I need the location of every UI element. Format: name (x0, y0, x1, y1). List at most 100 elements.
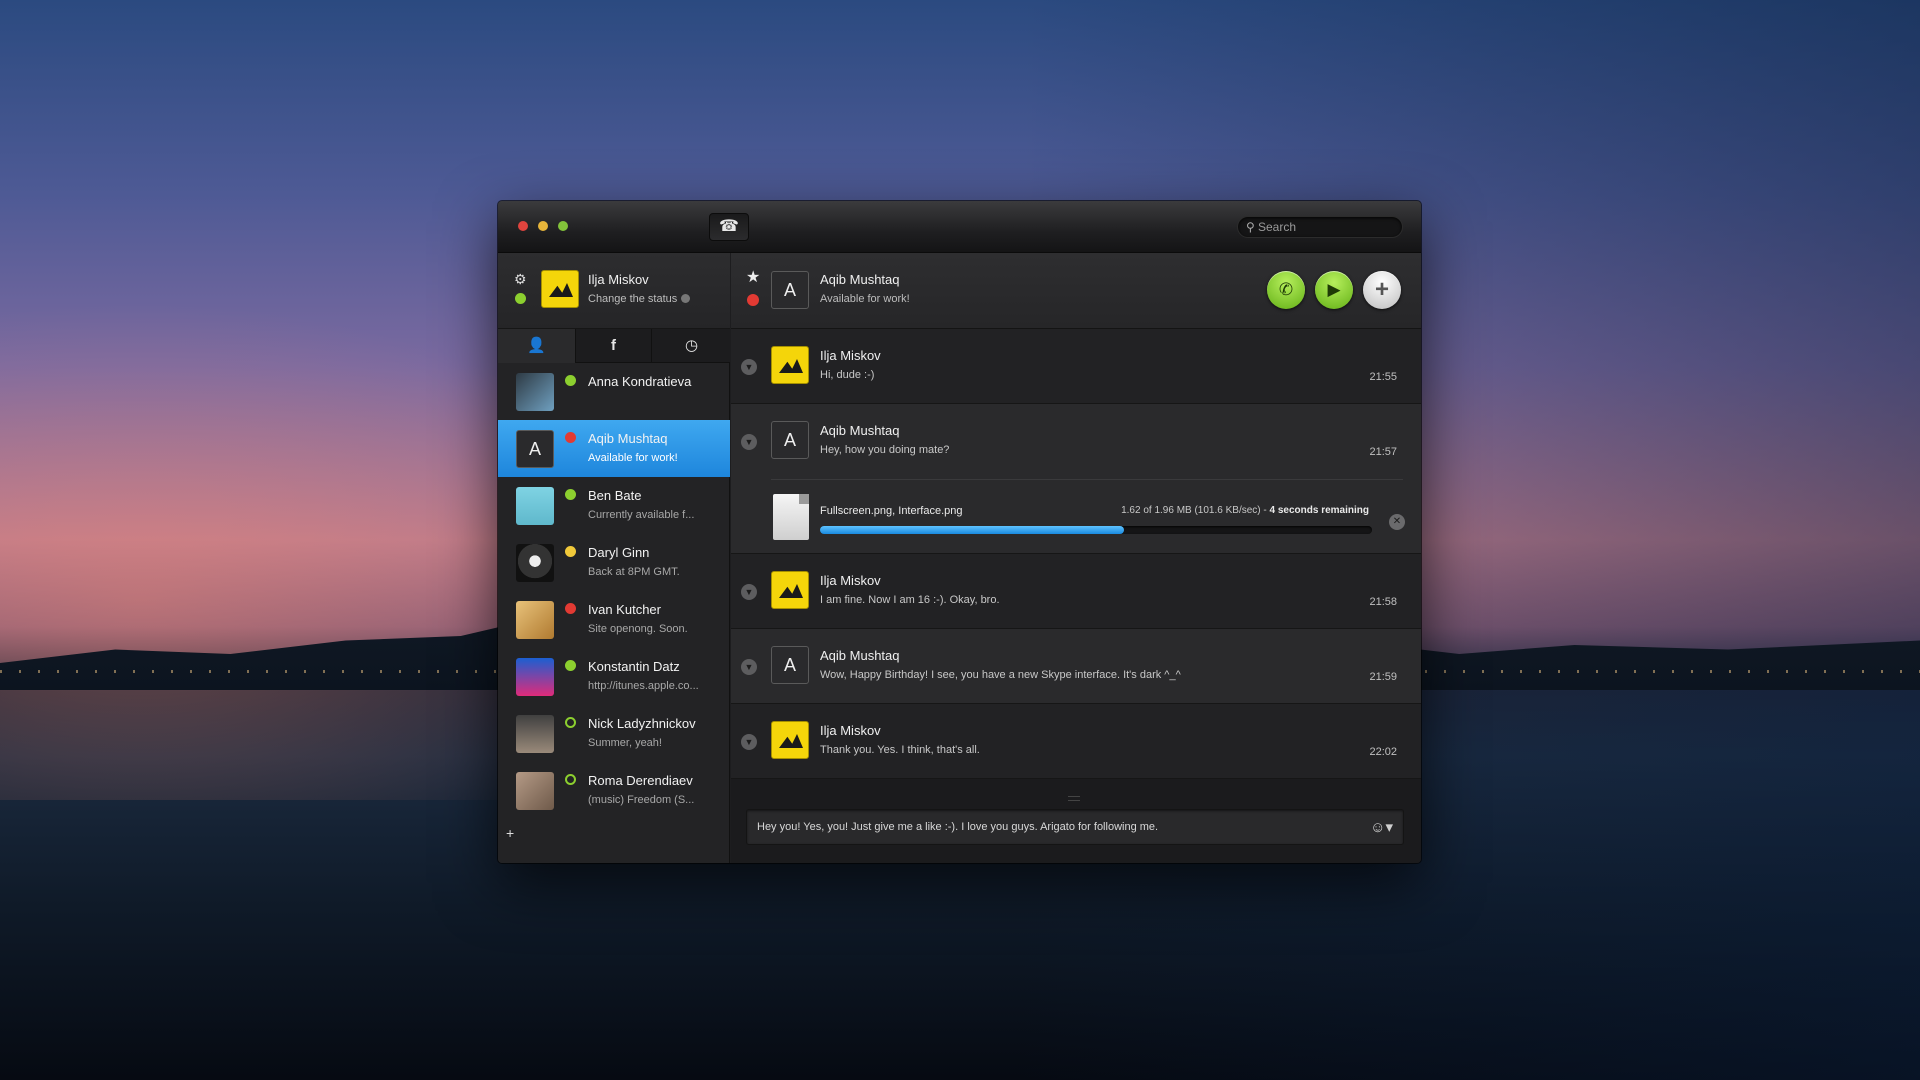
contact-status: (music) Freedom (S... (588, 794, 695, 806)
my-status-icon[interactable] (515, 293, 526, 304)
my-name: Ilja Miskov (588, 272, 649, 287)
message: ▼ A Aqib Mushtaq Hey, how you doing mate… (731, 404, 1421, 554)
contact-item[interactable]: Konstantin Datz http://itunes.apple.co..… (498, 648, 730, 705)
search-input[interactable]: ⚲ Search (1237, 216, 1403, 238)
message-text: I am fine. Now I am 16 :-). Okay, bro. (820, 594, 1000, 606)
close-icon: ✕ (1392, 516, 1402, 527)
message-author: Ilja Miskov (820, 573, 881, 588)
avatar (516, 544, 554, 582)
contact-name: Nick Ladyzhnickov (588, 716, 696, 731)
contact-item[interactable]: Roma Derendiaev (music) Freedom (S... (498, 762, 730, 819)
smiley-icon[interactable]: ☺▾ (1370, 818, 1393, 836)
chevron-down-icon[interactable]: ▼ (741, 359, 757, 375)
title-bar: ☎ ⚲ Search (498, 201, 1421, 253)
star-icon[interactable]: ★ (746, 267, 760, 287)
add-participant-button[interactable]: + (1363, 271, 1401, 309)
avatar (516, 715, 554, 753)
avatar: A (771, 646, 809, 684)
contact-item[interactable]: Daryl Ginn Back at 8PM GMT. (498, 534, 730, 591)
message: ▼ Ilja Miskov Thank you. Yes. I think, t… (731, 704, 1421, 779)
dialpad-button[interactable]: ☎ (709, 213, 749, 241)
avatar (516, 487, 554, 525)
avatar (771, 571, 809, 609)
message-time: 22:02 (1369, 746, 1397, 758)
sidebar: ⚙ Ilja Miskov Change the status 👤 f ◷ An… (498, 253, 730, 863)
message: ▼ Ilja Miskov I am fine. Now I am 16 :-)… (731, 554, 1421, 629)
gear-icon[interactable]: ⚙ (514, 271, 527, 288)
contact-status: Available for work! (588, 452, 678, 464)
avatar (516, 658, 554, 696)
status-online-icon (565, 489, 576, 500)
contact-name: Daryl Ginn (588, 545, 650, 560)
tab-facebook[interactable]: f (575, 329, 652, 363)
conversation-title: Aqib Mushtaq (820, 272, 900, 287)
my-avatar[interactable] (541, 270, 579, 308)
add-contact-button[interactable]: + (506, 825, 514, 841)
chevron-down-icon[interactable]: ▼ (741, 734, 757, 750)
contact-status: http://itunes.apple.co... (588, 680, 699, 692)
contact-status: Back at 8PM GMT. (588, 566, 680, 578)
contact-item[interactable]: Anna Kondratieva (498, 363, 730, 420)
avatar (516, 601, 554, 639)
conversation-pane: ★ A Aqib Mushtaq Available for work! ✆ ▶… (731, 253, 1421, 863)
message-list: ▼ Ilja Miskov Hi, dude :-) 21:55 ▼ A Aqi… (731, 329, 1421, 779)
transfer-progress-fill (820, 526, 1124, 534)
resize-handle[interactable] (1068, 796, 1080, 801)
status-busy-icon (565, 603, 576, 614)
contact-avatar[interactable]: A (771, 271, 809, 309)
search-placeholder: Search (1258, 220, 1297, 234)
status-away-icon (565, 546, 576, 557)
phone-icon: ☎ (719, 218, 739, 235)
contact-item-selected[interactable]: A Aqib Mushtaq Available for work! (498, 420, 730, 477)
transfer-progress-bar (820, 526, 1372, 534)
contact-status: Site openong. Soon. (588, 623, 688, 635)
video-call-button[interactable]: ▶ (1315, 271, 1353, 309)
facebook-icon: f (611, 337, 616, 354)
chevron-down-icon[interactable]: ▼ (741, 584, 757, 600)
conversation-status: Available for work! (820, 293, 910, 305)
file-icon[interactable] (773, 494, 809, 540)
status-online-icon (565, 375, 576, 386)
contact-list: Anna Kondratieva A Aqib Mushtaq Availabl… (498, 363, 730, 819)
change-status-link[interactable]: Change the status (588, 293, 691, 305)
minimize-window-button[interactable] (538, 221, 548, 231)
contact-item[interactable]: Nick Ladyzhnickov Summer, yeah! (498, 705, 730, 762)
status-busy-icon (565, 432, 576, 443)
search-icon: ⚲ (1246, 220, 1255, 234)
tab-contacts[interactable]: 👤 (498, 329, 575, 363)
contact-item[interactable]: Ben Bate Currently available f... (498, 477, 730, 534)
message-time: 21:55 (1369, 371, 1397, 383)
transfer-progress-text: 1.62 of 1.96 MB (101.6 KB/sec) - 4 secon… (1121, 505, 1369, 516)
contact-name: Konstantin Datz (588, 659, 680, 674)
sidebar-tabs: 👤 f ◷ (498, 329, 730, 363)
avatar (771, 346, 809, 384)
message: ▼ Ilja Miskov Hi, dude :-) 21:55 (731, 329, 1421, 404)
status-offline-icon (565, 774, 576, 785)
avatar: A (771, 421, 809, 459)
person-icon: 👤 (527, 337, 546, 354)
message-input[interactable]: Hey you! Yes, you! Just give me a like :… (746, 809, 1404, 845)
message-time: 21:58 (1369, 596, 1397, 608)
close-window-button[interactable] (518, 221, 528, 231)
tab-history[interactable]: ◷ (653, 329, 730, 363)
plus-icon: + (506, 825, 515, 841)
skype-window: ☎ ⚲ Search ⚙ Ilja Miskov Change the stat… (498, 201, 1421, 863)
avatar (771, 721, 809, 759)
contact-name: Roma Derendiaev (588, 773, 693, 788)
cancel-transfer-button[interactable]: ✕ (1389, 514, 1405, 530)
contact-item[interactable]: Ivan Kutcher Site openong. Soon. (498, 591, 730, 648)
zoom-window-button[interactable] (558, 221, 568, 231)
message-text: Hey, how you doing mate? (820, 444, 950, 456)
contact-status: Currently available f... (588, 509, 695, 521)
conversation-header: ★ A Aqib Mushtaq Available for work! ✆ ▶… (731, 253, 1421, 329)
avatar: A (516, 430, 554, 468)
chevron-icon (681, 294, 691, 303)
avatar (516, 373, 554, 411)
call-button[interactable]: ✆ (1267, 271, 1305, 309)
contact-name: Ivan Kutcher (588, 602, 661, 617)
message-time: 21:57 (1369, 446, 1397, 458)
message-text: Hi, dude :-) (820, 369, 875, 381)
chevron-down-icon[interactable]: ▼ (741, 659, 757, 675)
message: ▼ A Aqib Mushtaq Wow, Happy Birthday! I … (731, 629, 1421, 704)
chevron-down-icon[interactable]: ▼ (741, 434, 757, 450)
